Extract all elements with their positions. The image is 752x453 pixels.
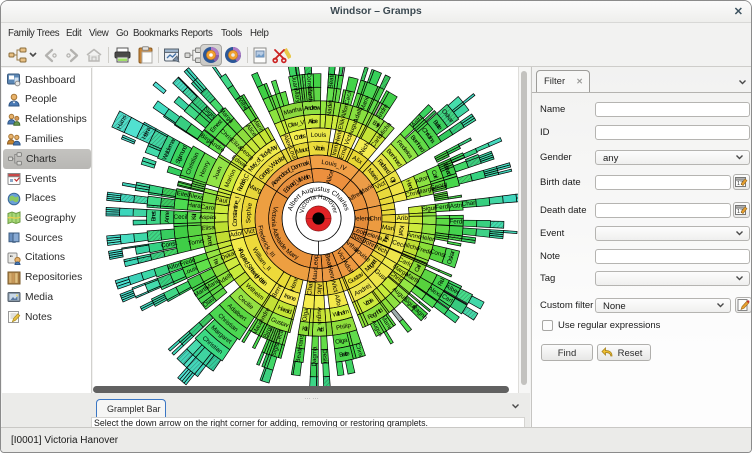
- svg-text:Cecil: Cecil: [174, 214, 188, 221]
- svg-text:Anne: Anne: [164, 210, 171, 223]
- svg-text:Charl: Charl: [462, 199, 477, 207]
- svg-text:Ferdi: Ferdi: [449, 218, 463, 225]
- svg-text:Alic: Alic: [316, 284, 323, 295]
- svg-text:Beatr: Beatr: [327, 73, 335, 88]
- svg-text:Astri: Astri: [450, 202, 463, 210]
- svg-text:Louis: Louis: [310, 132, 326, 139]
- svg-text:Desir: Desir: [321, 349, 329, 364]
- svg-text:Arib: Arib: [397, 215, 409, 222]
- svg-text:Maud: Maud: [312, 266, 320, 283]
- svg-text:Ferdi: Ferdi: [435, 203, 450, 211]
- svg-text:Leop: Leop: [312, 254, 320, 269]
- svg-text:Aspas: Aspas: [199, 214, 216, 221]
- svg-text:Karl: Karl: [397, 225, 405, 236]
- svg-text:Elisa: Elisa: [201, 224, 216, 232]
- svg-text:Chri: Chri: [369, 215, 381, 222]
- svg-text:Augus: Augus: [316, 307, 323, 325]
- svg-text:Andrew: Andrew: [304, 105, 321, 113]
- svg-text:Const: Const: [161, 240, 178, 250]
- svg-text:Dagma: Dagma: [311, 346, 319, 367]
- svg-text:Carol: Carol: [200, 204, 215, 212]
- svg-text:Elena: Elena: [306, 86, 314, 103]
- svg-text:“: “: [10, 255, 14, 262]
- svg-text:Sigur: Sigur: [421, 205, 436, 213]
